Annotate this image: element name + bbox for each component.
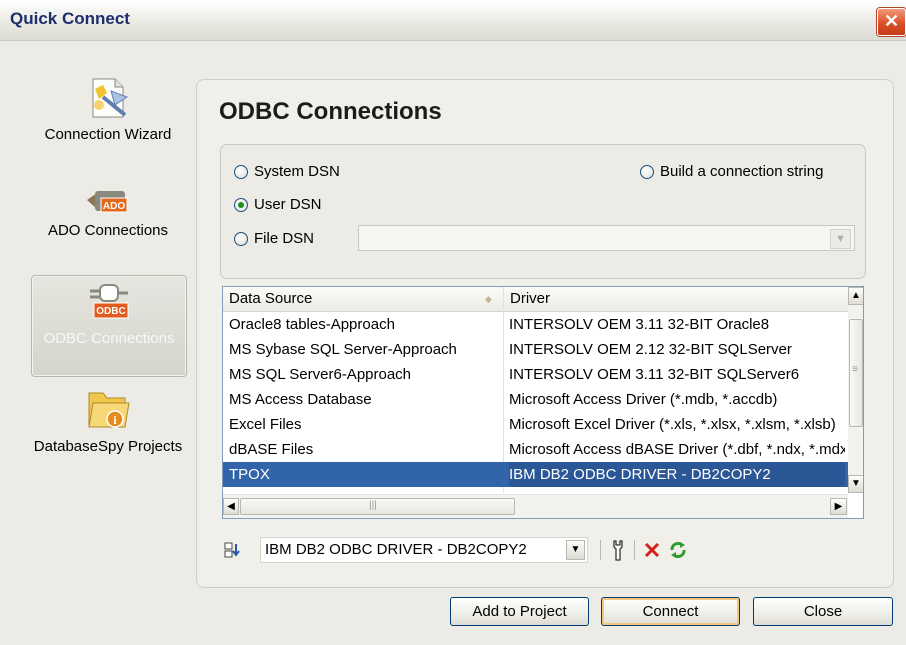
close-button[interactable]: Close bbox=[753, 597, 893, 626]
toolbar-separator bbox=[600, 540, 601, 560]
grip-icon: ≡ bbox=[852, 364, 858, 375]
cell-data-source: TPOX bbox=[229, 466, 270, 483]
radio-indicator bbox=[234, 164, 248, 179]
vertical-scroll-thumb[interactable]: ≡ bbox=[849, 319, 863, 427]
chevron-left-icon: ◀ bbox=[227, 501, 235, 512]
cell-driver: INTERSOLV OEM 2.12 32-BIT SQLServer bbox=[509, 341, 792, 358]
driver-select[interactable]: IBM DB2 ODBC DRIVER - DB2COPY2 ▼ bbox=[260, 537, 588, 563]
sidebar-item-databasespy-projects[interactable]: i DatabaseSpy Projects bbox=[30, 385, 186, 477]
driver-select-value: IBM DB2 ODBC DRIVER - DB2COPY2 bbox=[265, 541, 527, 558]
cell-driver: INTERSOLV OEM 3.11 32-BIT SQLServer6 bbox=[509, 366, 800, 383]
add-to-project-button[interactable]: Add to Project bbox=[450, 597, 589, 626]
cell-driver: Microsoft Access dBASE Driver (*.dbf, *.… bbox=[509, 441, 845, 458]
radio-label: File DSN bbox=[254, 230, 315, 247]
radio-label: System DSN bbox=[254, 163, 340, 180]
chevron-right-icon: ▶ bbox=[834, 501, 843, 512]
cell-driver: IBM DB2 ODBC DRIVER - DB2COPY2 bbox=[509, 462, 845, 487]
scroll-right-button[interactable]: ▶ bbox=[830, 498, 847, 515]
sidebar-item-odbc-connections[interactable]: ODBC ODBC Connections bbox=[31, 275, 187, 377]
ado-plug-icon: ADO bbox=[87, 191, 128, 213]
radio-indicator bbox=[640, 164, 654, 179]
radio-label: User DSN bbox=[254, 196, 322, 213]
cell-driver: Microsoft Access Driver (*.mdb, *.accdb) bbox=[509, 391, 778, 408]
scroll-up-button[interactable]: ▲ bbox=[848, 287, 863, 305]
radio-label: Build a connection string bbox=[660, 163, 824, 180]
table-row[interactable]: MS SQL Server6-Approach INTERSOLV OEM 3.… bbox=[223, 362, 848, 387]
table-row[interactable]: Oracle8 tables-Approach INTERSOLV OEM 3.… bbox=[223, 312, 848, 337]
toolbar-separator bbox=[634, 540, 635, 560]
chevron-down-icon[interactable]: ▼ bbox=[830, 229, 851, 249]
chevron-down-icon[interactable]: ▼ bbox=[566, 540, 585, 560]
page-title: ODBC Connections bbox=[219, 98, 442, 125]
radio-indicator-checked bbox=[234, 197, 248, 212]
cell-driver: Microsoft Excel Driver (*.xls, *.xlsx, *… bbox=[509, 416, 836, 433]
table-row[interactable]: dBASE Files Microsoft Access dBASE Drive… bbox=[223, 437, 848, 462]
column-header-driver[interactable]: Driver bbox=[503, 287, 840, 311]
quick-connect-dialog: Quick Connect ✕ Connection Wizard ADO AD bbox=[0, 0, 906, 645]
data-source-grid: Data Source ◆ Driver Oracle8 tables-Appr… bbox=[222, 286, 864, 519]
odbc-badge: ODBC bbox=[96, 306, 125, 317]
data-source-type-icon bbox=[224, 542, 240, 558]
cell-data-source: MS SQL Server6-Approach bbox=[229, 366, 412, 383]
title-bar: Quick Connect ✕ bbox=[0, 0, 906, 41]
project-folder-icon: i bbox=[88, 392, 130, 428]
cell-data-source: MS Sybase SQL Server-Approach bbox=[229, 341, 457, 358]
file-dsn-select[interactable]: ▼ bbox=[358, 225, 855, 251]
sidebar-item-label: DatabaseSpy Projects bbox=[33, 438, 183, 455]
grip-icon: ||| bbox=[369, 500, 377, 511]
sidebar-item-connection-wizard[interactable]: Connection Wizard bbox=[30, 75, 186, 147]
build-connection-string-radio[interactable]: Build a connection string bbox=[640, 163, 823, 180]
horizontal-scroll-thumb[interactable]: ||| bbox=[240, 498, 515, 515]
sort-indicator-icon: ◆ bbox=[485, 294, 492, 304]
driver-toolbar: IBM DB2 ODBC DRIVER - DB2COPY2 ▼ bbox=[222, 534, 862, 566]
table-row[interactable]: MS Access Database Microsoft Access Driv… bbox=[223, 387, 848, 412]
close-icon: ✕ bbox=[883, 11, 900, 31]
sidebar-item-ado-connections[interactable]: ADO ADO Connections bbox=[30, 187, 186, 255]
file-dsn-radio[interactable]: File DSN bbox=[234, 230, 314, 247]
dsn-type-group: System DSN User DSN File DSN Build a con… bbox=[220, 144, 866, 279]
table-row[interactable]: MS Sybase SQL Server-Approach INTERSOLV … bbox=[223, 337, 848, 362]
refresh-icon[interactable] bbox=[668, 540, 688, 560]
scroll-left-button[interactable]: ◀ bbox=[223, 498, 239, 515]
connect-button[interactable]: Connect bbox=[601, 597, 740, 626]
column-header-data-source[interactable]: Data Source bbox=[223, 287, 499, 311]
configure-wrench-icon[interactable] bbox=[611, 539, 625, 561]
chevron-down-icon: ▼ bbox=[851, 478, 861, 489]
delete-icon[interactable] bbox=[643, 541, 661, 559]
scroll-down-button[interactable]: ▼ bbox=[848, 475, 863, 493]
ado-badge: ADO bbox=[103, 201, 125, 212]
table-row[interactable]: Excel Files Microsoft Excel Driver (*.xl… bbox=[223, 412, 848, 437]
close-window-button[interactable]: ✕ bbox=[877, 8, 906, 36]
sidebar-item-label: Connection Wizard bbox=[44, 126, 172, 143]
sidebar-item-label: ODBC Connections bbox=[43, 330, 175, 347]
user-dsn-radio[interactable]: User DSN bbox=[234, 196, 322, 213]
window-title: Quick Connect bbox=[10, 9, 130, 28]
cell-data-source: Oracle8 tables-Approach bbox=[229, 316, 395, 333]
radio-indicator bbox=[234, 231, 248, 246]
cell-data-source: MS Access Database bbox=[229, 391, 372, 408]
horizontal-scrollbar[interactable]: ◀ ||| ▶ bbox=[223, 494, 848, 518]
table-row-selected[interactable]: TPOX IBM DB2 ODBC DRIVER - DB2COPY2 bbox=[223, 462, 848, 487]
odbc-plug-icon: ODBC bbox=[90, 284, 129, 319]
cell-driver: INTERSOLV OEM 3.11 32-BIT Oracle8 bbox=[509, 316, 770, 333]
cell-data-source: Excel Files bbox=[229, 416, 302, 433]
odbc-panel: ODBC Connections System DSN User DSN Fil… bbox=[196, 79, 894, 588]
system-dsn-radio[interactable]: System DSN bbox=[234, 163, 340, 180]
sidebar: Connection Wizard ADO ADO Connections OD… bbox=[0, 41, 195, 645]
sidebar-item-label: ADO Connections bbox=[47, 222, 169, 239]
wizard-icon bbox=[92, 78, 129, 118]
chevron-up-icon: ▲ bbox=[851, 290, 861, 301]
cell-data-source: dBASE Files bbox=[229, 441, 314, 458]
grid-header: Data Source ◆ Driver bbox=[223, 287, 848, 312]
vertical-scrollbar[interactable]: ▲ ≡ ▼ bbox=[848, 287, 863, 493]
